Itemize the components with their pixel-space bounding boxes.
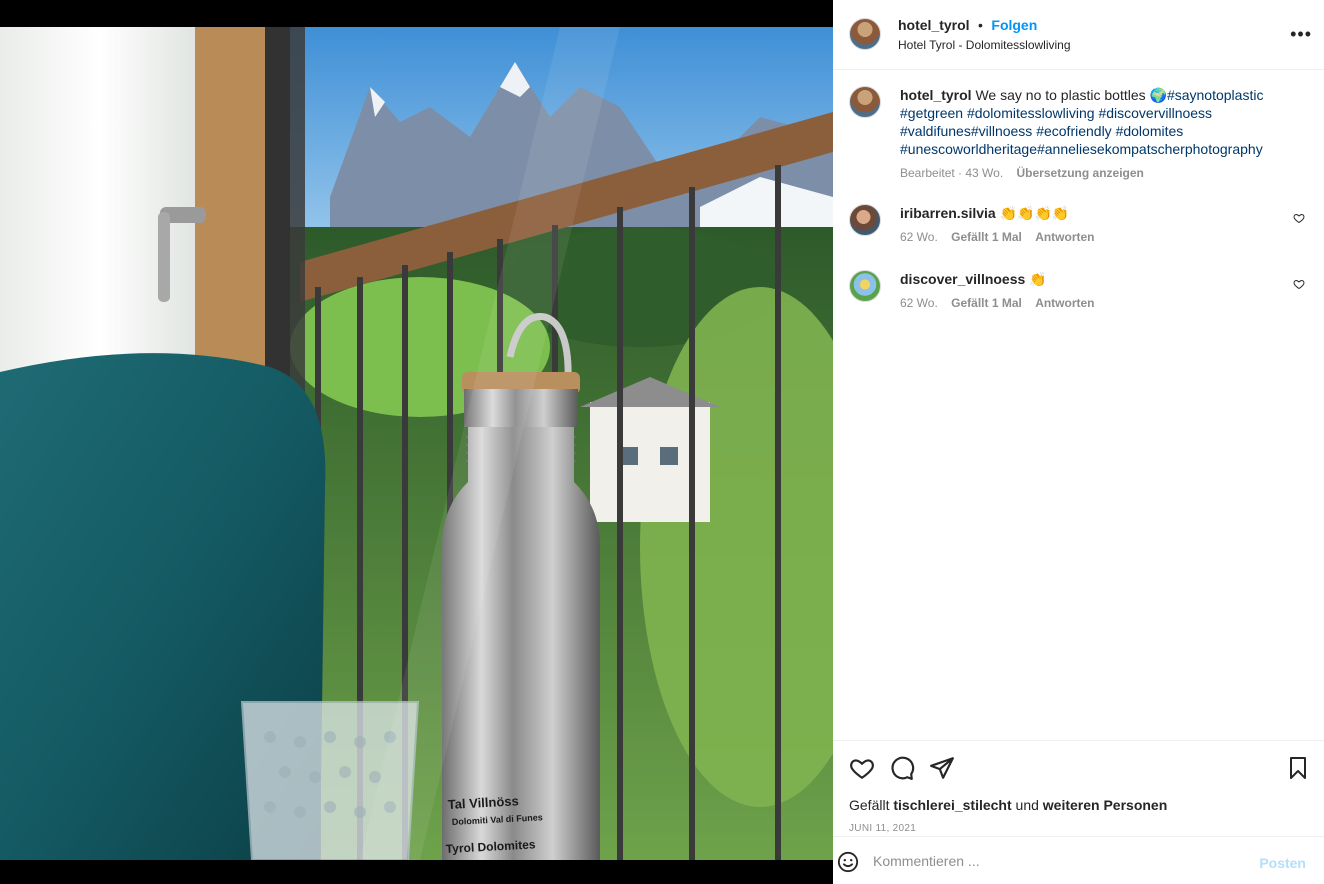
liked-prefix: Gefällt	[849, 797, 890, 813]
liked-user-link[interactable]: tischlerei_stilecht	[893, 797, 1011, 813]
post-date[interactable]: JUNI 11, 2021	[849, 823, 916, 834]
photo-illustration: Tal Villnöss Dolomiti Val di Funes Tyrol…	[0, 27, 833, 860]
comment-body: discover_villnoess 👏	[900, 270, 1309, 288]
caption-meta: Bearbeitet · 43 Wo. Übersetzung anzeigen	[900, 166, 1309, 180]
post-comment-button[interactable]: Posten	[1259, 855, 1306, 871]
likes-summary: Gefällt tischlerei_stilecht und weiteren…	[849, 797, 1167, 813]
comment-composer: Posten	[833, 836, 1324, 884]
caption-avatar[interactable]	[849, 86, 881, 118]
comment-author[interactable]: iribarren.silvia	[900, 205, 996, 221]
hashtag-line-3[interactable]: #valdifunes#villnoess #ecofriendly #dolo…	[900, 123, 1183, 139]
liked-others-link[interactable]: weiteren Personen	[1043, 797, 1168, 813]
comment-author[interactable]: discover_villnoess	[900, 271, 1025, 287]
post-side-panel: hotel_tyrol • Folgen Hotel Tyrol - Dolom…	[833, 0, 1324, 884]
comment-meta: 62 Wo. Gefällt 1 Mal Antworten	[900, 230, 1309, 244]
author-line: hotel_tyrol • Folgen	[898, 17, 1037, 35]
comment-like-heart-icon[interactable]	[1293, 212, 1305, 224]
comment-meta: 62 Wo. Gefällt 1 Mal Antworten	[900, 296, 1309, 310]
post-photo[interactable]: Tal Villnöss Dolomiti Val di Funes Tyrol…	[0, 27, 833, 860]
comment-avatar[interactable]	[849, 270, 881, 302]
caption-edited-age: Bearbeitet · 43 Wo.	[900, 166, 1004, 180]
comment-item: iribarren.silvia 👏👏👏👏 62 Wo. Gefällt 1 M…	[849, 204, 1309, 244]
comment-input[interactable]	[873, 849, 1253, 873]
translate-button[interactable]: Übersetzung anzeigen	[1017, 166, 1144, 180]
emoji-icon[interactable]	[837, 851, 859, 873]
separator-dot: •	[978, 17, 983, 33]
post-actions: Gefällt tischlerei_stilecht und weiteren…	[833, 740, 1324, 836]
liked-middle: und	[1015, 797, 1039, 813]
hashtag-line-4[interactable]: #unescoworldheritage#anneliesekompatsche…	[900, 141, 1263, 157]
post-header: hotel_tyrol • Folgen Hotel Tyrol - Dolom…	[833, 0, 1324, 70]
caption-text: We say no to plastic bottles 🌍	[975, 87, 1167, 103]
caption-author[interactable]: hotel_tyrol	[900, 87, 972, 103]
comment-likes-link[interactable]: Gefällt 1 Mal	[951, 230, 1022, 244]
comment-icon[interactable]	[889, 755, 915, 781]
comment-body: iribarren.silvia 👏👏👏👏	[900, 204, 1309, 222]
comment-age: 62 Wo.	[900, 230, 938, 244]
comment-avatar[interactable]	[849, 204, 881, 236]
caption: hotel_tyrol We say no to plastic bottles…	[849, 86, 1309, 180]
comment-age: 62 Wo.	[900, 296, 938, 310]
comment-likes-link[interactable]: Gefällt 1 Mal	[951, 296, 1022, 310]
comment-reply-button[interactable]: Antworten	[1035, 296, 1094, 310]
comment-reply-button[interactable]: Antworten	[1035, 230, 1094, 244]
author-username[interactable]: hotel_tyrol	[898, 17, 970, 33]
follow-button[interactable]: Folgen	[991, 17, 1037, 33]
comment-text: 👏	[1029, 271, 1047, 287]
comment-like-heart-icon[interactable]	[1293, 278, 1305, 290]
heart-icon[interactable]	[849, 755, 875, 781]
bookmark-icon[interactable]	[1286, 755, 1310, 781]
more-options-icon[interactable]: •••	[1290, 24, 1312, 45]
post-location[interactable]: Hotel Tyrol - Dolomitesslowliving	[898, 38, 1071, 52]
author-avatar[interactable]	[849, 18, 881, 50]
instagram-post-view: Tal Villnöss Dolomiti Val di Funes Tyrol…	[0, 0, 1324, 884]
hashtag-line-2[interactable]: #getgreen #dolomitesslowliving #discover…	[900, 105, 1212, 121]
comment-item: discover_villnoess 👏 62 Wo. Gefällt 1 Ma…	[849, 270, 1309, 310]
comment-text: 👏👏👏👏	[999, 205, 1070, 221]
caption-body: hotel_tyrol We say no to plastic bottles…	[900, 86, 1309, 158]
hashtag-line-1[interactable]: #saynotoplastic	[1167, 87, 1264, 103]
send-icon[interactable]	[929, 755, 955, 781]
comments-list: hotel_tyrol We say no to plastic bottles…	[833, 70, 1324, 740]
